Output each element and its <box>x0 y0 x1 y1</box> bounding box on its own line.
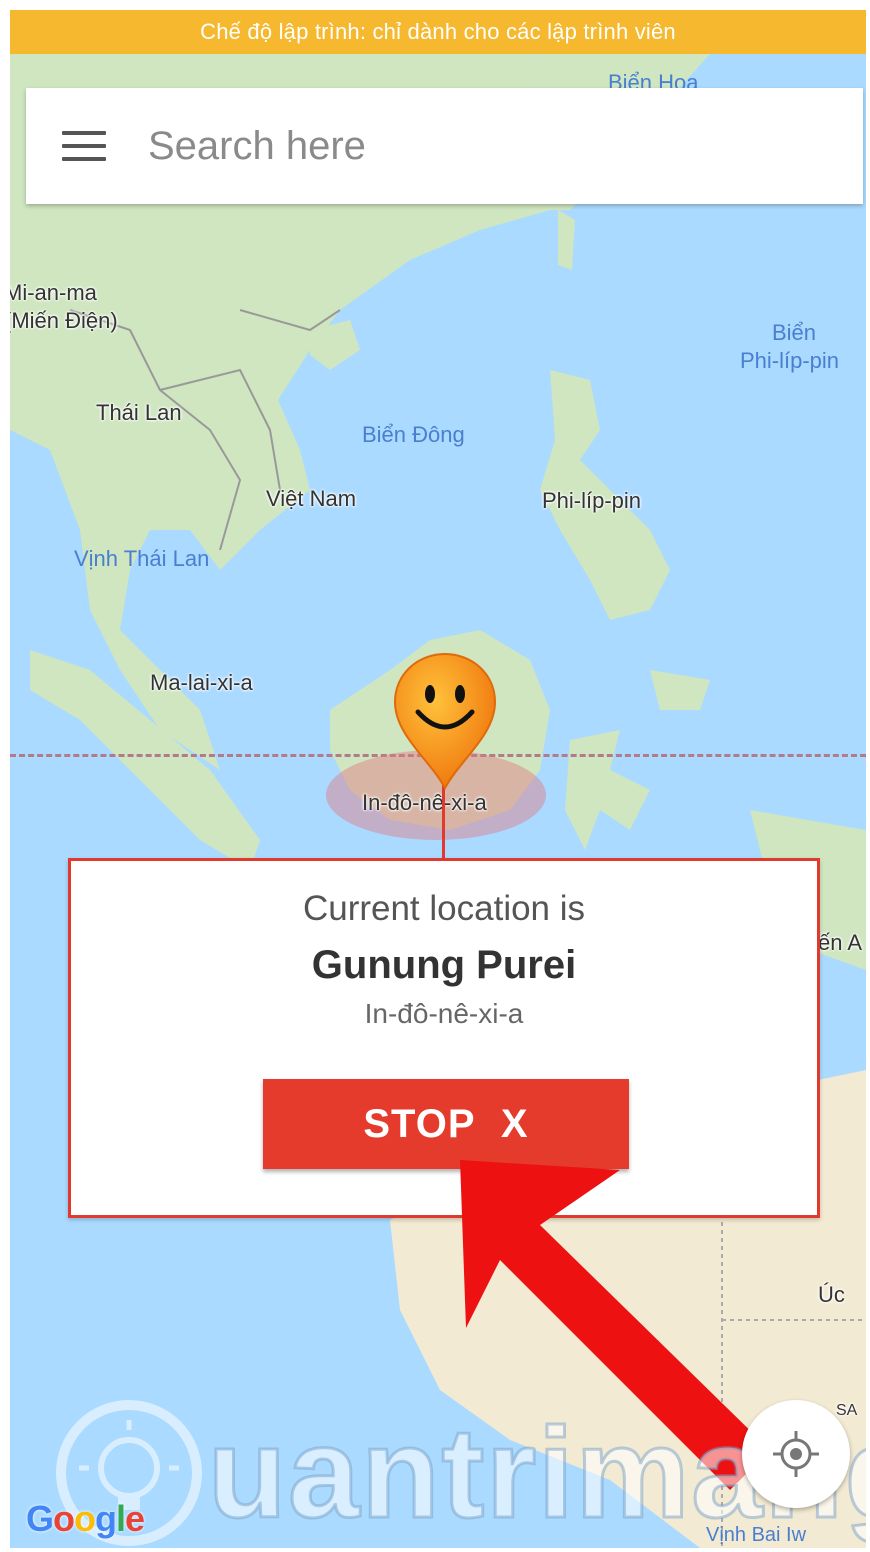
map-label-viet-nam: Việt Nam <box>266 486 357 511</box>
my-location-icon <box>773 1431 819 1477</box>
map-label-myanmar-sub: (Miến Điện) <box>10 308 118 333</box>
map-label-bien: Biển <box>772 320 817 345</box>
map-label-en-a: ến A <box>818 930 863 955</box>
hamburger-menu-icon[interactable] <box>62 131 106 161</box>
google-logo: Google <box>26 1498 145 1539</box>
map-label-philippin: Phi-líp-pin <box>542 488 642 513</box>
location-country: In-đô-nê-xi-a <box>364 998 524 1029</box>
pin-connector-line <box>442 780 445 858</box>
current-location-card: Current location is Gunung Purei In-đô-n… <box>68 858 820 1218</box>
map-label-malaysia: Ma-lai-xi-a <box>150 670 253 695</box>
stop-button[interactable]: STOP X <box>263 1079 629 1169</box>
developer-mode-banner: Chế độ lập trình: chỉ dành cho các lập t… <box>10 10 866 54</box>
map-label-bien-philippin: Phi-líp-pin <box>740 348 840 373</box>
map-screen[interactable]: Biển Hoa Mi-an-ma (Miến Điện) Biển Phi-l… <box>10 10 866 1548</box>
smiley-pin-icon[interactable] <box>390 650 500 790</box>
search-bar[interactable] <box>26 88 863 204</box>
my-location-button[interactable] <box>742 1400 850 1508</box>
map-label-vinh-thai-lan: Vịnh Thái Lan <box>74 546 210 571</box>
map-label-myanmar: Mi-an-ma <box>10 280 97 305</box>
search-input[interactable] <box>146 122 750 170</box>
map-label-uc: Úc <box>818 1282 845 1307</box>
map-label-thai-lan: Thái Lan <box>96 400 182 425</box>
current-location-heading: Current location is <box>302 889 586 928</box>
location-name: Gunung Purei <box>311 943 577 987</box>
map-label-bien-dong: Biển Đông <box>362 422 465 447</box>
map-label-indonesia: In-đô-nê-xi-a <box>362 790 487 815</box>
